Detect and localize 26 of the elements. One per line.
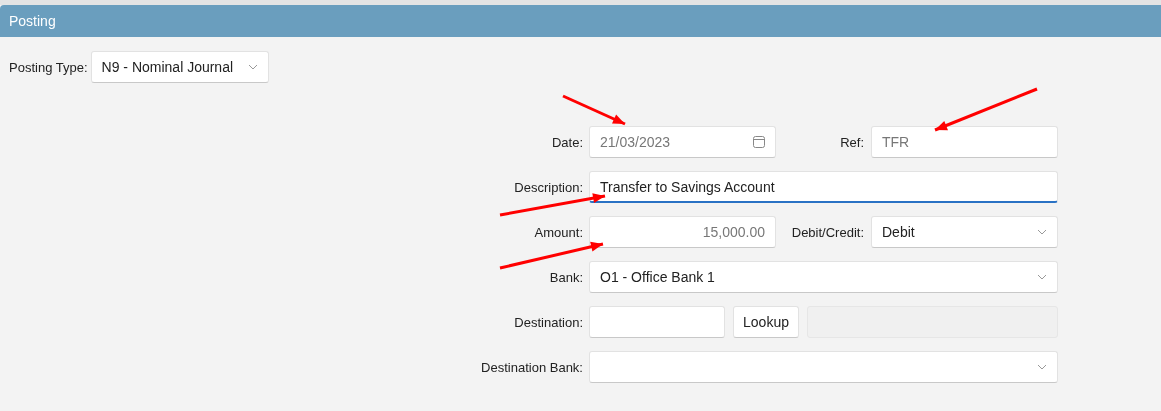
dropdown[interactable]: Debit — [871, 216, 1058, 248]
chevron-icon — [1037, 274, 1047, 280]
input-field[interactable] — [589, 306, 725, 338]
annotation-arrow — [562, 94, 626, 126]
date-field[interactable]: 21/03/2023 — [589, 126, 776, 158]
field-label: Date: — [550, 134, 584, 150]
dropdown[interactable] — [589, 351, 1058, 383]
field-label: Amount: — [533, 224, 584, 240]
chevron-icon — [247, 64, 258, 70]
chevron-icon — [1037, 229, 1047, 235]
chevron-icon — [1037, 364, 1047, 370]
calendar-icon — [753, 136, 765, 148]
dropdown[interactable]: O1 - Office Bank 1 — [589, 261, 1058, 293]
field-label: Posting Type: — [9, 59, 88, 75]
input-field[interactable]: TFR — [871, 126, 1058, 158]
posting-type-dropdown[interactable]: N9 - Nominal Journal — [90, 51, 269, 83]
lookup-button[interactable]: Lookup — [733, 306, 799, 338]
field-label: Ref: — [839, 134, 865, 150]
field-label: Debit/Credit: — [790, 224, 865, 240]
field-label: Bank: — [548, 269, 584, 285]
field-label: Description: — [513, 179, 584, 195]
input-field[interactable]: Transfer to Savings Account — [589, 171, 1058, 203]
panel-title: Posting — [9, 13, 56, 29]
field-label: Destination Bank: — [480, 359, 584, 375]
amount-field[interactable]: 15,000.00 — [589, 216, 776, 248]
field-label: Destination: — [513, 314, 584, 330]
